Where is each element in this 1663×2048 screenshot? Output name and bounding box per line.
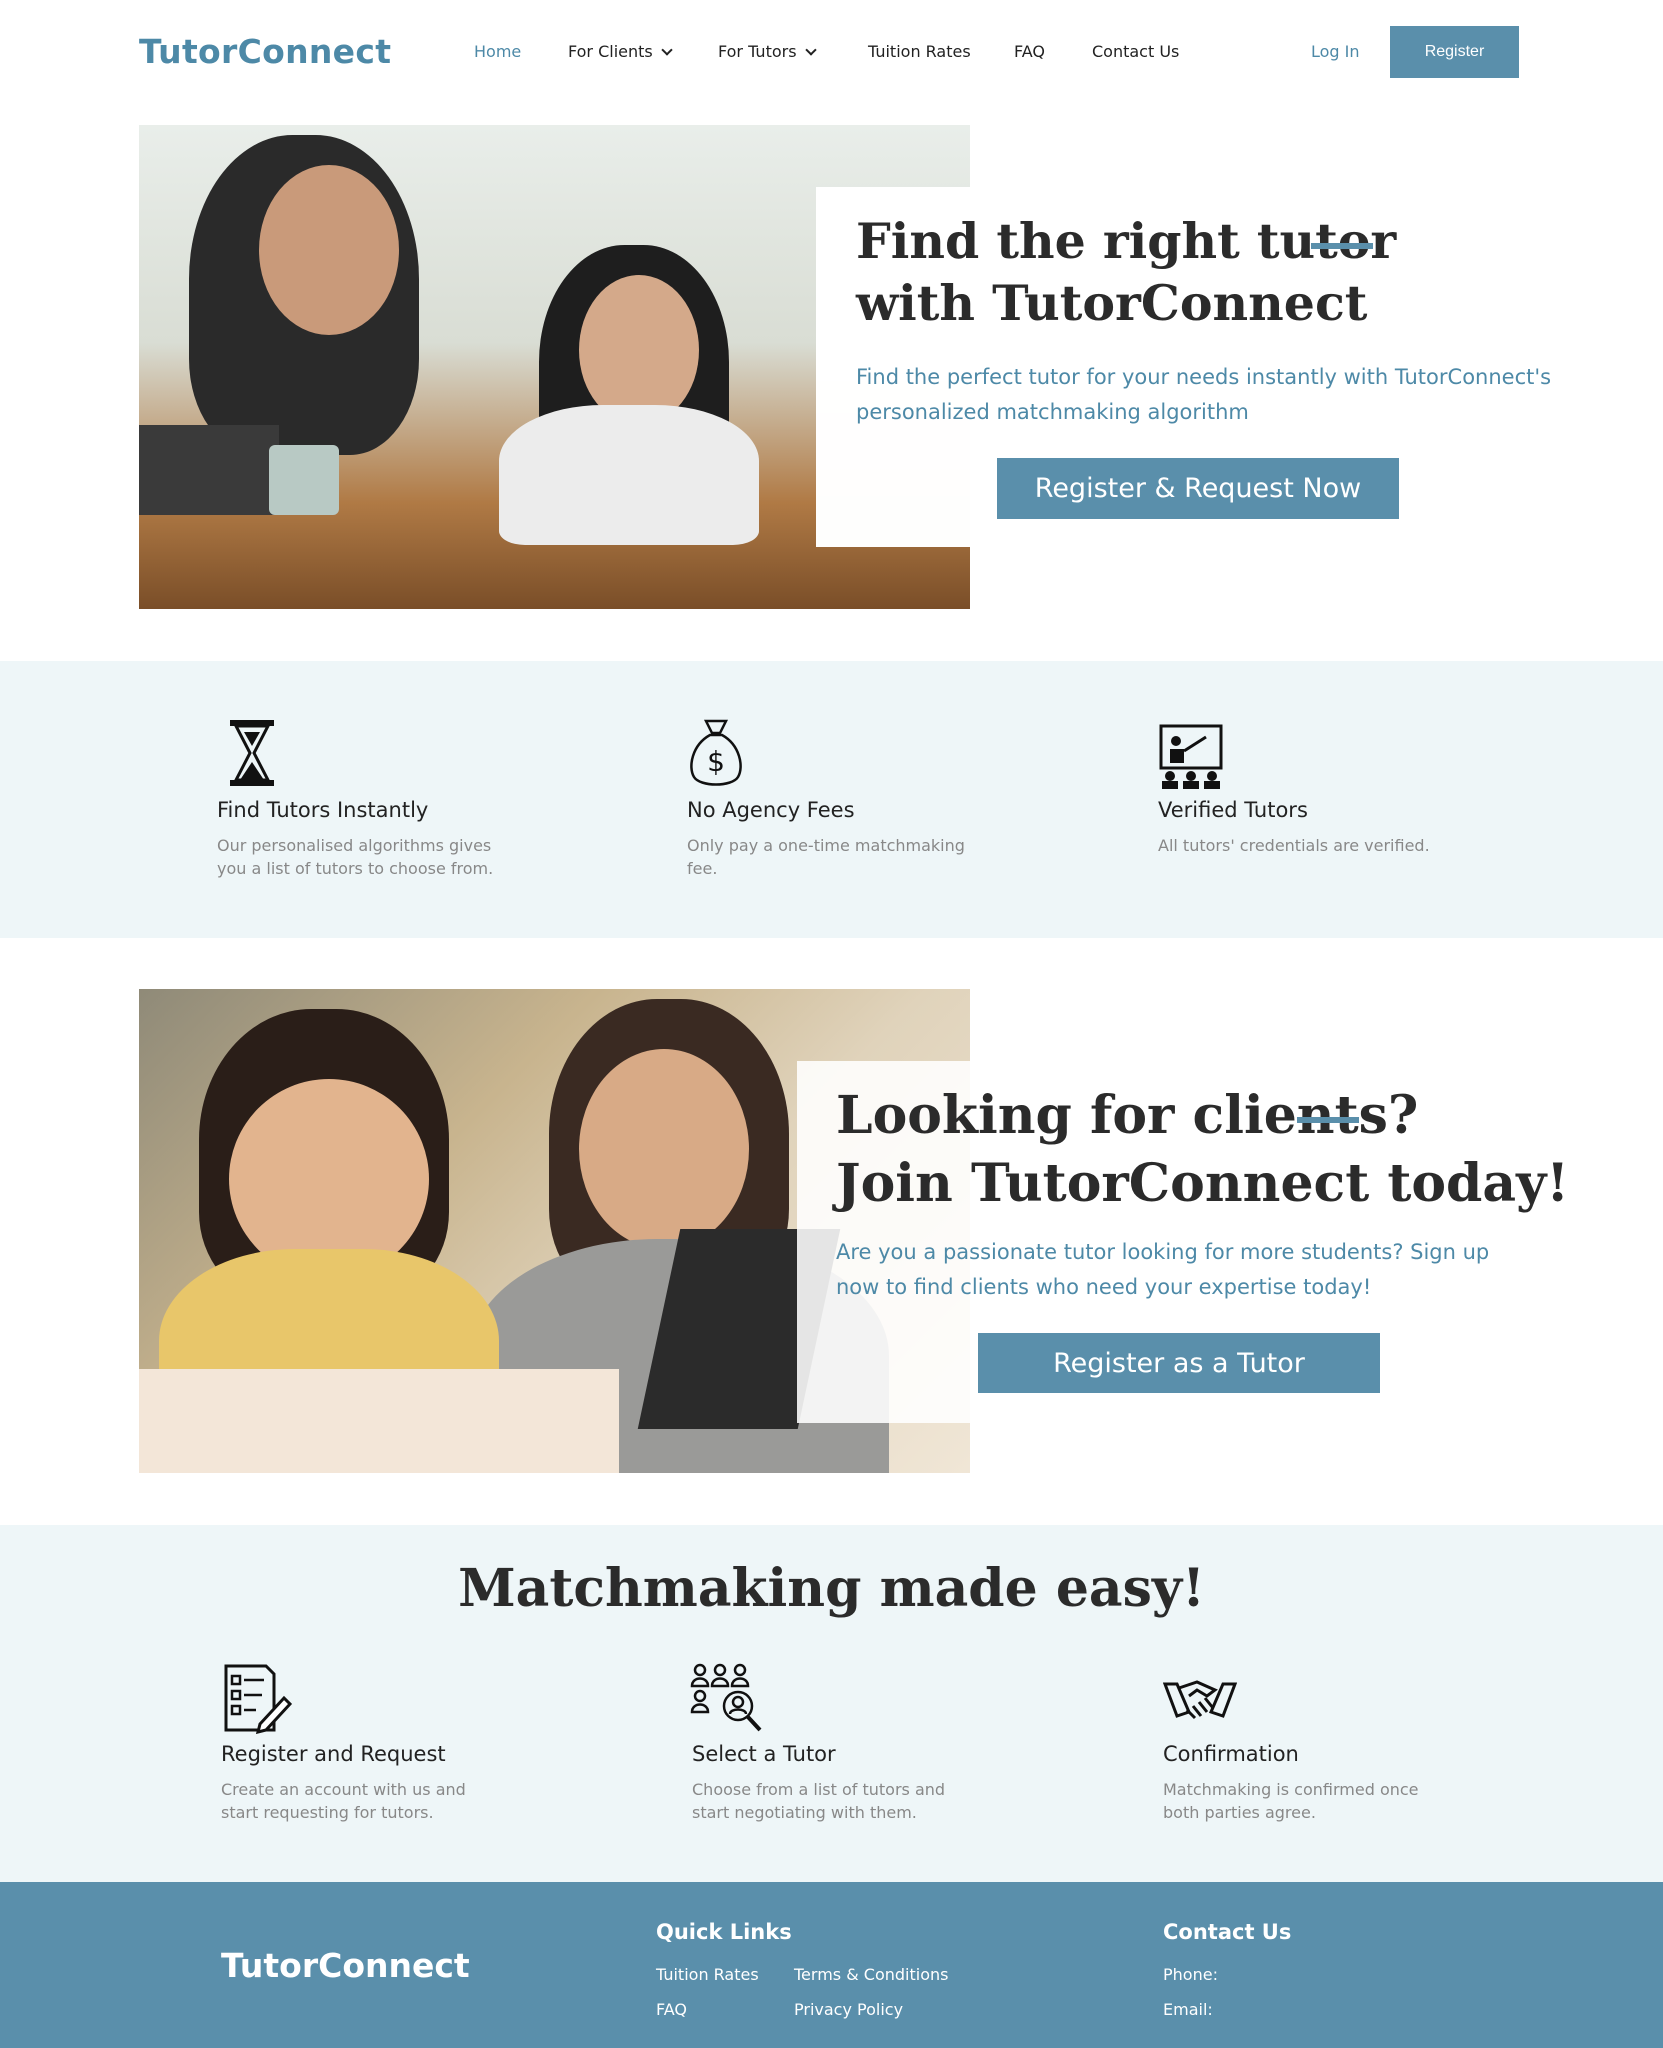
feature-title: Verified Tutors bbox=[1158, 798, 1308, 822]
nav-for-tutors-label: For Tutors bbox=[718, 42, 797, 61]
footer-link-faq[interactable]: FAQ bbox=[656, 2000, 687, 2019]
feature-text: All tutors' credentials are verified. bbox=[1158, 836, 1430, 855]
hero-lead-line2: personalized matchmaking algorithm bbox=[856, 400, 1249, 424]
tutors-title-line2: Join TutorConnect today! bbox=[836, 1153, 1570, 1214]
feature-title: Find Tutors Instantly bbox=[217, 798, 429, 822]
hero-title-line1: Find the right tutor bbox=[856, 212, 1397, 270]
photo-laptop bbox=[139, 425, 279, 515]
hero-lead-line1: Find the perfect tutor for your needs in… bbox=[856, 365, 1552, 389]
chevron-down-icon bbox=[804, 44, 817, 56]
register-tutor-button[interactable]: Register as a Tutor bbox=[978, 1333, 1380, 1393]
photo-book bbox=[139, 1369, 619, 1473]
chevron-down-icon bbox=[661, 44, 673, 56]
nav-contact-us[interactable]: Contact Us bbox=[1092, 42, 1179, 61]
feature-title: No Agency Fees bbox=[687, 798, 855, 822]
login-link[interactable]: Log In bbox=[1311, 42, 1360, 61]
people-search-icon bbox=[690, 1663, 762, 1732]
photo-face bbox=[259, 165, 399, 335]
footer-email: Email: bbox=[1163, 2000, 1213, 2019]
svg-text:$: $ bbox=[707, 745, 725, 778]
handshake-icon bbox=[1163, 1680, 1237, 1720]
feature-text: Our personalised algorithms gives you a … bbox=[217, 836, 494, 878]
photo-pencil-cup bbox=[269, 445, 339, 515]
photo-face bbox=[579, 1049, 749, 1249]
site-footer: TutorConnect Quick Links Tuition Rates T… bbox=[0, 1882, 1663, 2048]
site-logo[interactable]: TutorConnect bbox=[139, 32, 391, 71]
nav-home[interactable]: Home bbox=[474, 42, 521, 61]
tutors-lead-line1: Are you a passionate tutor looking for m… bbox=[836, 1240, 1490, 1264]
steps-section-title: Matchmaking made easy! bbox=[458, 1558, 1205, 1619]
title-dash bbox=[1311, 243, 1373, 249]
step-text: Create an account with us and start requ… bbox=[221, 1780, 466, 1822]
tutors-lead-line2: now to find clients who need your expert… bbox=[836, 1275, 1372, 1299]
footer-link-privacy[interactable]: Privacy Policy bbox=[794, 2000, 903, 2019]
footer-phone: Phone: bbox=[1163, 1965, 1218, 1984]
tutors-title-line1: Looking for clients? bbox=[836, 1085, 1419, 1146]
step-text: Choose from a list of tutors and start n… bbox=[692, 1780, 946, 1822]
footer-contact-title: Contact Us bbox=[1163, 1920, 1292, 1944]
feature-text: Only pay a one-time matchmaking fee. bbox=[687, 836, 965, 878]
photo-shirt bbox=[499, 405, 759, 545]
step-text: Matchmaking is confirmed once both parti… bbox=[1163, 1780, 1419, 1822]
nav-faq[interactable]: FAQ bbox=[1014, 42, 1045, 61]
teacher-board-icon bbox=[1159, 724, 1223, 789]
hero-title-line2: with TutorConnect bbox=[856, 274, 1368, 332]
register-button[interactable]: Register bbox=[1390, 26, 1519, 78]
step-title: Select a Tutor bbox=[692, 1742, 836, 1766]
nav-for-clients-label: For Clients bbox=[568, 42, 653, 61]
footer-logo[interactable]: TutorConnect bbox=[221, 1946, 470, 1985]
step-title: Register and Request bbox=[221, 1742, 446, 1766]
footer-link-terms[interactable]: Terms & Conditions bbox=[794, 1965, 948, 1984]
step-title: Confirmation bbox=[1163, 1742, 1299, 1766]
nav-for-tutors[interactable]: For Tutors bbox=[718, 42, 817, 61]
title-dash bbox=[1297, 1117, 1359, 1123]
footer-link-tuition-rates[interactable]: Tuition Rates bbox=[656, 1965, 759, 1984]
register-request-button[interactable]: Register & Request Now bbox=[997, 458, 1399, 519]
nav-tuition-rates[interactable]: Tuition Rates bbox=[868, 42, 971, 61]
footer-quick-links-title: Quick Links bbox=[656, 1920, 792, 1944]
checklist-pencil-icon bbox=[224, 1664, 292, 1734]
nav-for-clients[interactable]: For Clients bbox=[568, 42, 673, 61]
money-bag-icon: $ bbox=[690, 719, 742, 786]
photo-face bbox=[579, 275, 699, 425]
hourglass-icon bbox=[230, 720, 274, 786]
